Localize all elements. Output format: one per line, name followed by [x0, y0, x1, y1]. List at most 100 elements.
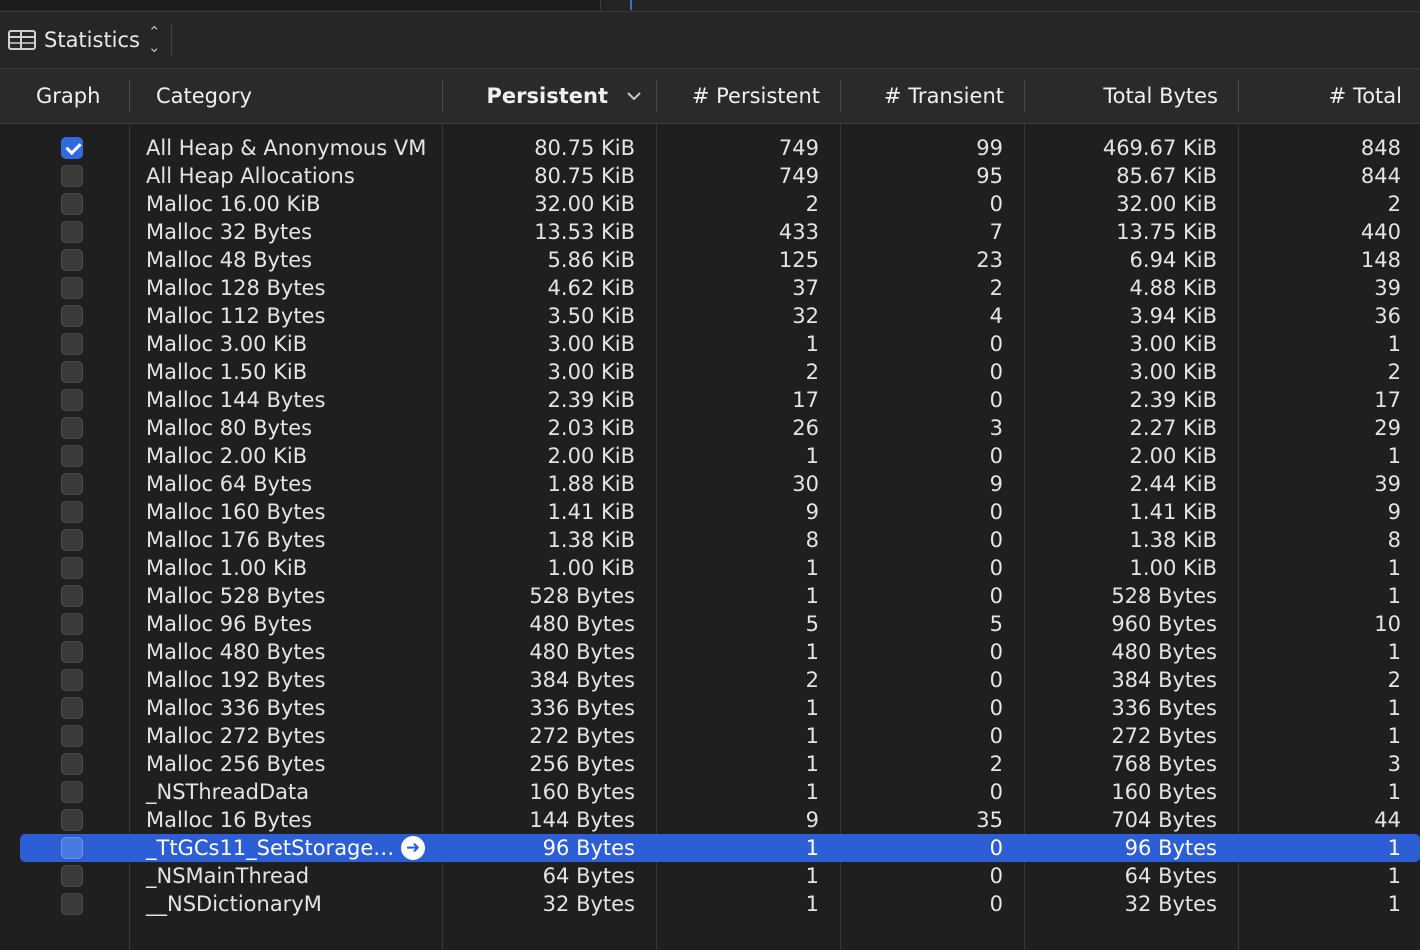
table-row[interactable]: Malloc 1.00 KiB 1.00 KiB 1 0 1.00 KiB 1	[0, 554, 1420, 582]
table-row[interactable]: Malloc 112 Bytes 3.50 KiB 32 4 3.94 KiB 36	[0, 302, 1420, 330]
column-header-num-total[interactable]: # Total	[1242, 69, 1402, 123]
num-total-cell: 44	[1374, 808, 1401, 832]
category-cell: Malloc 80 Bytes	[146, 416, 313, 440]
graph-checkbox[interactable]	[61, 445, 83, 467]
graph-checkbox[interactable]	[61, 333, 83, 355]
graph-checkbox[interactable]	[61, 557, 83, 579]
num-total-cell: 8	[1387, 528, 1401, 552]
num-total-cell: 10	[1374, 612, 1401, 636]
category-cell: Malloc 3.00 KiB	[146, 332, 308, 356]
num-persistent-cell: 1	[805, 724, 819, 748]
column-header-persistent[interactable]: Persistent	[460, 69, 608, 123]
table-row[interactable]: All Heap & Anonymous VM 80.75 KiB 749 99 469…	[0, 134, 1420, 162]
table-row[interactable]: Malloc 528 Bytes 528 Bytes 1 0 528 Bytes 1	[0, 582, 1420, 610]
num-transient-cell: 0	[989, 584, 1003, 608]
num-total-cell: 1	[1387, 444, 1401, 468]
graph-checkbox[interactable]	[61, 221, 83, 243]
table-row[interactable]: Malloc 336 Bytes 336 Bytes 1 0 336 Bytes 1	[0, 694, 1420, 722]
num-persistent-cell: 8	[805, 528, 819, 552]
column-header-category[interactable]: Category	[156, 69, 252, 123]
num-transient-cell: 0	[989, 640, 1003, 664]
persistent-cell: 336 Bytes	[529, 696, 635, 720]
table-row[interactable]: Malloc 64 Bytes 1.88 KiB 30 9 2.44 KiB 39	[0, 470, 1420, 498]
num-total-cell: 2	[1387, 668, 1401, 692]
graph-checkbox[interactable]	[61, 669, 83, 691]
table-row[interactable]: Malloc 144 Bytes 2.39 KiB 17 0 2.39 KiB 17	[0, 386, 1420, 414]
table-row[interactable]: Malloc 16 Bytes 144 Bytes 9 35 704 Bytes 44	[0, 806, 1420, 834]
graph-checkbox[interactable]	[61, 641, 83, 663]
table-row[interactable]: Malloc 128 Bytes 4.62 KiB 37 2 4.88 KiB 39	[0, 274, 1420, 302]
column-divider[interactable]	[840, 80, 841, 112]
graph-checkbox[interactable]	[61, 893, 83, 915]
persistent-cell: 5.86 KiB	[547, 248, 635, 272]
num-transient-cell: 0	[989, 388, 1003, 412]
graph-checkbox[interactable]	[61, 249, 83, 271]
graph-checkbox[interactable]	[61, 781, 83, 803]
category-cell: All Heap & Anonymous VM	[146, 136, 427, 160]
graph-checkbox[interactable]	[61, 753, 83, 775]
table-row[interactable]: Malloc 480 Bytes 480 Bytes 1 0 480 Bytes 1	[0, 638, 1420, 666]
graph-checkbox[interactable]	[61, 529, 83, 551]
table-row[interactable]: Malloc 80 Bytes 2.03 KiB 26 3 2.27 KiB 29	[0, 414, 1420, 442]
graph-checkbox[interactable]	[61, 837, 83, 859]
table-row[interactable]: Malloc 48 Bytes 5.86 KiB 125 23 6.94 KiB 148	[0, 246, 1420, 274]
graph-checkbox[interactable]	[61, 585, 83, 607]
column-divider[interactable]	[129, 80, 130, 112]
graph-checkbox[interactable]	[61, 697, 83, 719]
table-row[interactable]: __NSDictionaryM 32 Bytes 1 0 32 Bytes 1	[0, 890, 1420, 918]
column-header-graph[interactable]: Graph	[36, 69, 100, 123]
table-row[interactable]: All Heap Allocations 80.75 KiB 749 95 85.67 …	[0, 162, 1420, 190]
column-divider[interactable]	[442, 80, 443, 112]
category-cell: Malloc 112 Bytes	[146, 304, 326, 328]
total-bytes-cell: 3.00 KiB	[1129, 360, 1217, 384]
graph-checkbox[interactable]	[61, 277, 83, 299]
category-cell: _NSMainThread	[146, 864, 310, 888]
column-header-num-transient[interactable]: # Transient	[844, 69, 1004, 123]
total-bytes-cell: 469.67 KiB	[1102, 136, 1217, 160]
table-row[interactable]: _NSThreadData 160 Bytes 1 0 160 Bytes 1	[0, 778, 1420, 806]
table-row[interactable]: Malloc 16.00 KiB 32.00 KiB 2 0 32.00 KiB 2	[0, 190, 1420, 218]
graph-checkbox[interactable]	[61, 361, 83, 383]
graph-checkbox[interactable]	[61, 809, 83, 831]
category-cell: Malloc 192 Bytes	[146, 668, 326, 692]
column-divider[interactable]	[1024, 80, 1025, 112]
graph-checkbox[interactable]	[61, 305, 83, 327]
focus-arrow-icon[interactable]: ➜	[401, 836, 425, 860]
graph-checkbox[interactable]	[61, 725, 83, 747]
persistent-cell: 13.53 KiB	[534, 220, 635, 244]
column-header-num-persistent[interactable]: # Persistent	[660, 69, 820, 123]
table-row[interactable]: Malloc 32 Bytes 13.53 KiB 433 7 13.75 KiB 440	[0, 218, 1420, 246]
graph-checkbox[interactable]	[61, 865, 83, 887]
table-row[interactable]: _TtGCs11_SetStorage… 96 Bytes 1 0 96 Bytes 1 ➜	[20, 834, 1420, 862]
persistent-cell: 80.75 KiB	[534, 164, 635, 188]
graph-checkbox[interactable]	[61, 501, 83, 523]
table-row[interactable]: Malloc 192 Bytes 384 Bytes 2 0 384 Bytes 2	[0, 666, 1420, 694]
persistent-cell: 480 Bytes	[529, 640, 635, 664]
total-bytes-cell: 336 Bytes	[1111, 696, 1217, 720]
num-persistent-cell: 1	[805, 556, 819, 580]
persistent-cell: 2.00 KiB	[547, 444, 635, 468]
table-row[interactable]: Malloc 160 Bytes 1.41 KiB 9 0 1.41 KiB 9	[0, 498, 1420, 526]
table-row[interactable]: Malloc 1.50 KiB 3.00 KiB 2 0 3.00 KiB 2	[0, 358, 1420, 386]
column-divider[interactable]	[1238, 80, 1239, 112]
table-row[interactable]: Malloc 3.00 KiB 3.00 KiB 1 0 3.00 KiB 1	[0, 330, 1420, 358]
graph-checkbox[interactable]	[61, 417, 83, 439]
table-row[interactable]: Malloc 2.00 KiB 2.00 KiB 1 0 2.00 KiB 1	[0, 442, 1420, 470]
category-cell: Malloc 16.00 KiB	[146, 192, 321, 216]
table-row[interactable]: Malloc 272 Bytes 272 Bytes 1 0 272 Bytes 1	[0, 722, 1420, 750]
graph-checkbox[interactable]	[61, 473, 83, 495]
column-header-total-bytes[interactable]: Total Bytes	[1030, 69, 1218, 123]
graph-checkbox[interactable]	[61, 165, 83, 187]
graph-checkbox[interactable]	[61, 613, 83, 635]
sort-descending-chevron-icon[interactable]	[626, 90, 642, 102]
table-row[interactable]: Malloc 96 Bytes 480 Bytes 5 5 960 Bytes 10	[0, 610, 1420, 638]
table-row[interactable]: Malloc 176 Bytes 1.38 KiB 8 0 1.38 KiB 8	[0, 526, 1420, 554]
view-selector-button[interactable]: Statistics ⌃ ⌄	[8, 24, 172, 56]
graph-checkbox[interactable]	[61, 137, 83, 159]
table-row[interactable]: _NSMainThread 64 Bytes 1 0 64 Bytes 1	[0, 862, 1420, 890]
column-divider[interactable]	[656, 80, 657, 112]
table-row[interactable]: Malloc 256 Bytes 256 Bytes 1 2 768 Bytes 3	[0, 750, 1420, 778]
graph-checkbox[interactable]	[61, 193, 83, 215]
graph-checkbox[interactable]	[61, 389, 83, 411]
category-cell: Malloc 64 Bytes	[146, 472, 313, 496]
